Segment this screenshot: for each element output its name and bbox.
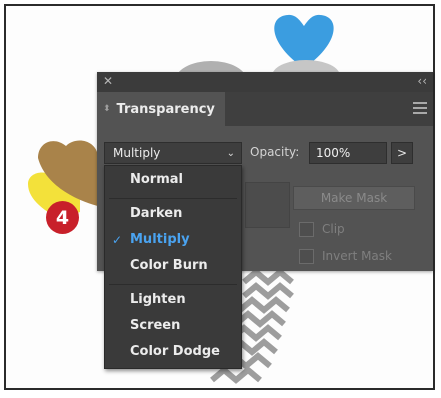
invert-mask-checkbox[interactable]: Invert Mask: [299, 247, 392, 265]
collapse-icon[interactable]: ‹‹: [417, 74, 427, 88]
hamburger-menu-icon[interactable]: [413, 102, 427, 117]
mask-thumbnail: [245, 182, 290, 228]
blend-mode-select[interactable]: Multiply ⌄: [104, 142, 242, 164]
menu-item-color-burn[interactable]: Color Burn: [105, 254, 241, 278]
clip-checkbox[interactable]: Clip: [299, 220, 345, 238]
menu-divider: [109, 284, 237, 285]
menu-item-multiply[interactable]: ✓ Multiply: [105, 228, 241, 252]
tab-label: Transparency: [116, 101, 215, 117]
menu-item-normal[interactable]: Normal: [105, 168, 241, 192]
menu-item-lighten[interactable]: Lighten: [105, 288, 241, 312]
panel-tabbar: ⬍ Transparency: [97, 92, 433, 126]
menu-item-darken[interactable]: Darken: [105, 202, 241, 226]
blend-mode-value: Multiply: [113, 146, 161, 160]
blue-heart: [274, 14, 334, 66]
menu-item-screen[interactable]: Screen: [105, 314, 241, 338]
clip-label: Clip: [322, 222, 345, 236]
make-mask-button[interactable]: Make Mask: [293, 186, 415, 210]
expand-arrows-icon: ⬍: [103, 103, 111, 114]
opacity-slider-button[interactable]: >: [391, 142, 413, 164]
clip-checkbox-box[interactable]: [299, 221, 314, 237]
menu-divider: [109, 198, 237, 199]
close-icon[interactable]: ✕: [103, 74, 113, 88]
tab-transparency[interactable]: ⬍ Transparency: [97, 92, 225, 126]
opacity-label: Opacity:: [250, 145, 300, 159]
opacity-input[interactable]: 100%: [309, 142, 387, 164]
step-number-badge: 4: [46, 201, 79, 234]
menu-item-color-dodge[interactable]: Color Dodge: [105, 340, 241, 364]
blend-mode-dropdown: Normal Darken ✓ Multiply Color Burn Ligh…: [104, 165, 242, 369]
panel-titlebar: ✕ ‹‹: [97, 72, 433, 92]
chevron-down-icon: ⌄: [226, 147, 235, 159]
invert-mask-label: Invert Mask: [322, 249, 392, 263]
invert-mask-checkbox-box[interactable]: [299, 248, 314, 264]
checkmark-icon: ✓: [112, 233, 123, 247]
